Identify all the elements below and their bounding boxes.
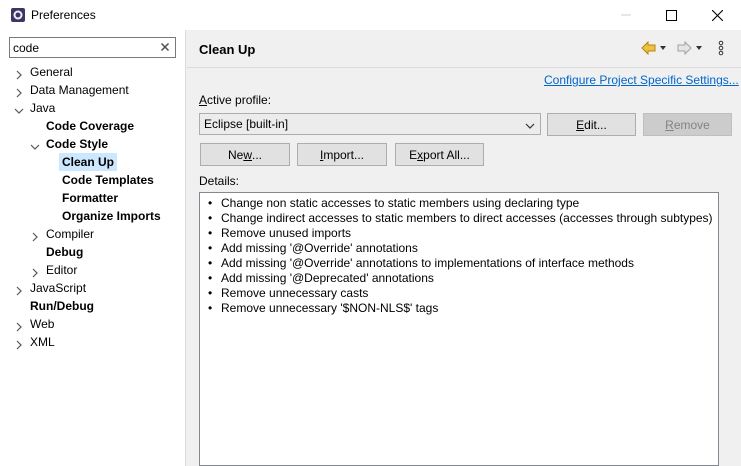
tree-item-code-templates[interactable]: Code Templates xyxy=(0,171,185,189)
tree-item-code-style[interactable]: Code Style xyxy=(0,135,185,153)
tree-item-editor[interactable]: Editor xyxy=(0,261,185,279)
chevron-right-icon[interactable] xyxy=(14,67,24,80)
tree-item-label: Data Management xyxy=(30,83,129,97)
list-item: Add missing '@Override' annotations xyxy=(208,241,713,256)
maximize-button[interactable] xyxy=(648,0,694,30)
tree-item-label: Editor xyxy=(46,263,78,277)
chevron-right-icon[interactable] xyxy=(14,337,24,350)
title-bar: Preferences xyxy=(0,0,741,30)
filter-input[interactable] xyxy=(13,39,153,56)
list-item: Change indirect accesses to static membe… xyxy=(208,211,713,226)
close-button[interactable] xyxy=(694,0,740,30)
tree-item-xml[interactable]: XML xyxy=(0,333,185,351)
chevron-right-icon[interactable] xyxy=(30,229,40,242)
details-list: Change non static accesses to static mem… xyxy=(208,196,713,316)
tree-item-code-coverage[interactable]: Code Coverage xyxy=(0,117,185,135)
filter-field[interactable] xyxy=(9,37,176,58)
tree-item-java[interactable]: Java xyxy=(0,99,185,117)
remove-button[interactable]: Remove xyxy=(643,113,732,136)
tree-item-label: Run/Debug xyxy=(30,299,94,313)
chevron-down-icon xyxy=(525,120,535,134)
list-item: Remove unnecessary casts xyxy=(208,286,713,301)
chevron-down-icon[interactable] xyxy=(30,139,40,150)
list-item: Change non static accesses to static mem… xyxy=(208,196,713,211)
tree-item-clean-up[interactable]: Clean Up xyxy=(0,153,185,171)
export-all-button[interactable]: Ex port All... xyxy=(395,143,484,166)
clear-filter-icon[interactable] xyxy=(159,41,171,53)
tree-item-label: Web xyxy=(30,317,55,331)
new-button[interactable]: Ne w... xyxy=(200,143,290,166)
chevron-right-icon[interactable] xyxy=(30,265,40,278)
tree-item-debug[interactable]: Debug xyxy=(0,243,185,261)
title-separator xyxy=(187,67,741,68)
view-menu-icon[interactable] xyxy=(717,40,725,59)
tree-item-label: JavaScript xyxy=(30,281,87,295)
tree-item-label: XML xyxy=(30,335,55,349)
tree-item-data-management[interactable]: Data Management xyxy=(0,81,185,99)
list-item: Add missing '@Deprecated' annotations xyxy=(208,271,713,286)
list-item: Add missing '@Override' annotations to i… xyxy=(208,256,713,271)
eclipse-app-icon xyxy=(10,7,26,23)
tree-item-label: General xyxy=(30,65,73,79)
details-preview: Change non static accesses to static mem… xyxy=(199,192,719,466)
forward-arrow-icon[interactable] xyxy=(677,40,703,58)
window-title: Preferences xyxy=(31,8,96,22)
page-title: Clean Up xyxy=(199,42,256,57)
chevron-right-icon[interactable] xyxy=(14,85,24,98)
preferences-tree-pane: General Data Management Java Code Covera… xyxy=(0,30,186,466)
tree-item-label: Java xyxy=(30,101,56,115)
tree-item-label: Code Templates xyxy=(62,173,154,187)
active-profile-label: Active profile: xyxy=(199,93,272,107)
edit-button[interactable]: Edit... xyxy=(547,113,636,136)
tree-item-label: Formatter xyxy=(62,191,119,205)
tree-item-compiler[interactable]: Compiler xyxy=(0,225,185,243)
tree-item-label: Code Style xyxy=(46,137,109,151)
active-profile-value: Eclipse [built-in] xyxy=(204,117,289,131)
tree-item-label: Compiler xyxy=(46,227,95,241)
tree-item-javascript[interactable]: JavaScript xyxy=(0,279,185,297)
chevron-down-icon[interactable] xyxy=(14,103,24,114)
chevron-right-icon[interactable] xyxy=(14,283,24,296)
configure-project-settings-link[interactable]: Configure Project Specific Settings... xyxy=(544,73,739,87)
tree-item-label: Debug xyxy=(46,245,84,259)
active-profile-select[interactable]: Eclipse [built-in] xyxy=(199,113,541,135)
details-label: Details: xyxy=(199,174,240,188)
tree-item-label: Organize Imports xyxy=(62,209,161,223)
import-button[interactable]: Import... xyxy=(297,143,387,166)
tree-item-label: Clean Up xyxy=(59,153,118,171)
minimize-button[interactable] xyxy=(603,0,649,30)
tree-item-organize-imports[interactable]: Organize Imports xyxy=(0,207,185,225)
tree-item-run-debug[interactable]: Run/Debug xyxy=(0,297,185,315)
list-item: Remove unnecessary '$NON-NLS$' tags xyxy=(208,301,713,316)
chevron-right-icon[interactable] xyxy=(14,319,24,332)
preference-page: Clean Up Configure Project Specific Sett… xyxy=(187,30,741,466)
tree-item-formatter[interactable]: Formatter xyxy=(0,189,185,207)
list-item: Remove unused imports xyxy=(208,226,713,241)
tree-item-label: Code Coverage xyxy=(46,119,135,133)
tree-item-web[interactable]: Web xyxy=(0,315,185,333)
tree-item-general[interactable]: General xyxy=(0,63,185,81)
back-arrow-icon[interactable] xyxy=(641,40,667,58)
